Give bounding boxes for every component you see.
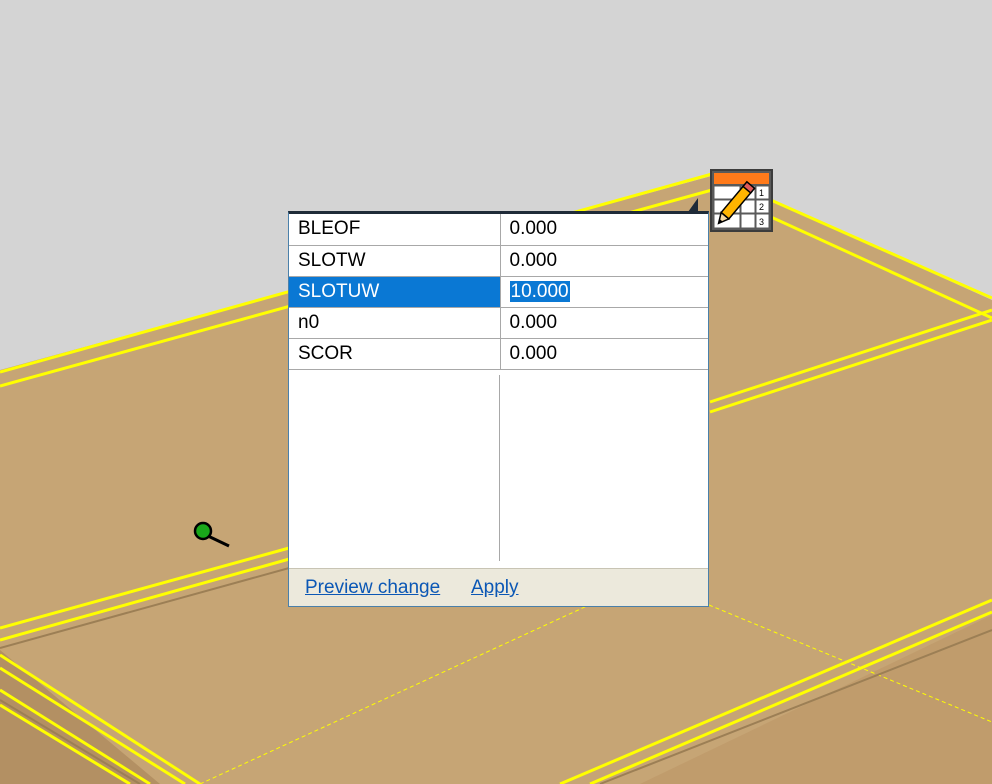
parameter-editor-popup[interactable]: BLEOF 0.000 SLOTW 0.000 SLOTUW 10.000 n0… — [288, 211, 709, 607]
parameter-table: BLEOF 0.000 SLOTW 0.000 SLOTUW 10.000 n0… — [289, 214, 708, 370]
preview-change-link[interactable]: Preview change — [305, 577, 440, 599]
parameter-row[interactable]: SLOTW 0.000 — [289, 245, 708, 277]
svg-text:2: 2 — [759, 202, 764, 212]
parameter-value[interactable]: 0.000 — [510, 312, 558, 333]
parameter-value-editing[interactable]: 10.000 — [509, 280, 570, 302]
parameter-value-cell[interactable]: 0.000 — [500, 245, 708, 277]
table-empty-area — [289, 375, 708, 561]
parameter-value-cell[interactable]: 0.000 — [500, 338, 708, 370]
popup-pointer — [688, 198, 698, 212]
table-pencil-icon[interactable]: 1 2 3 — [710, 169, 773, 232]
magnifier-cursor-icon — [193, 521, 230, 548]
parameter-value[interactable]: 0.000 — [510, 250, 558, 271]
parameter-value-cell[interactable]: 0.000 — [500, 307, 708, 339]
parameter-row[interactable]: SLOTUW 10.000 — [289, 276, 708, 308]
parameter-value[interactable]: 0.000 — [510, 218, 558, 239]
parameter-row[interactable]: BLEOF 0.000 — [289, 214, 708, 246]
svg-text:3: 3 — [759, 217, 764, 227]
column-divider — [499, 375, 500, 561]
parameter-row[interactable]: SCOR 0.000 — [289, 338, 708, 370]
svg-text:1: 1 — [759, 188, 764, 198]
apply-link[interactable]: Apply — [471, 577, 519, 599]
parameter-name: n0 — [289, 307, 501, 339]
parameter-value[interactable]: 0.000 — [510, 343, 558, 364]
parameter-name: BLEOF — [289, 214, 501, 246]
parameter-name: SCOR — [289, 338, 501, 370]
parameter-name: SLOTW — [289, 245, 501, 277]
parameter-value-cell[interactable]: 0.000 — [500, 214, 708, 246]
parameter-value-cell[interactable]: 10.000 — [500, 276, 708, 308]
editor-footer: Preview change Apply — [289, 568, 708, 606]
parameter-name: SLOTUW — [289, 276, 501, 308]
parameter-row[interactable]: n0 0.000 — [289, 307, 708, 339]
